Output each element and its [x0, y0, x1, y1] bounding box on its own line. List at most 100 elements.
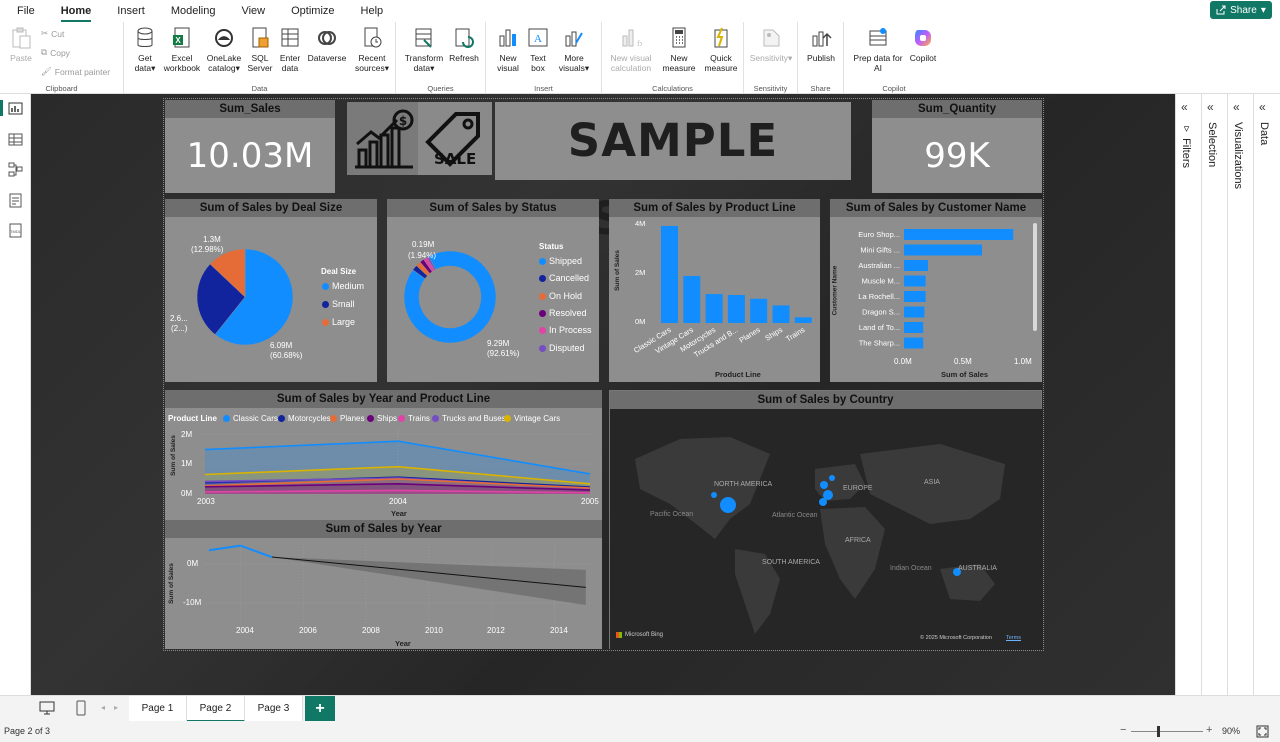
excel-workbook-button[interactable]: X Excel workbook [160, 26, 204, 73]
usa-bubble[interactable] [720, 497, 736, 513]
filters-pane[interactable]: « ▿ Filters [1175, 94, 1201, 695]
format-painter-button[interactable]: 🖌 Format painter [41, 66, 110, 77]
add-page-button[interactable]: + [305, 696, 335, 722]
next-page-icon[interactable]: ▸ [114, 703, 118, 712]
transform-data-button[interactable]: Transform data▾ [404, 26, 444, 73]
copy-button[interactable]: ⧉ Copy [41, 47, 70, 58]
new-measure-button[interactable]: New measure [660, 26, 698, 73]
prep-data-ai-button[interactable]: Prep data for AI [850, 26, 906, 73]
legend-in-process[interactable]: In Process [539, 325, 592, 335]
prev-page-icon[interactable]: ◂ [101, 703, 105, 712]
legend-ships[interactable]: Ships [367, 414, 397, 423]
bar-classic-cars[interactable] [661, 225, 678, 323]
zoom-slider-thumb[interactable] [1157, 726, 1160, 737]
legend-trains[interactable]: Trains [398, 414, 430, 423]
new-visual-calculation-button[interactable]: fx New visual calculation [606, 26, 656, 73]
legend-shipped[interactable]: Shipped [539, 256, 582, 266]
mobile-layout-icon[interactable] [76, 700, 86, 716]
more-visuals-button[interactable]: More visuals▾ [554, 26, 594, 73]
uk-bubble[interactable] [820, 481, 828, 489]
model-view-icon[interactable] [7, 161, 24, 178]
product-line-chart[interactable]: Sum of Sales by Product Line Classic Car… [609, 199, 820, 382]
tab-page-3[interactable]: Page 3 [245, 696, 303, 722]
get-data-button[interactable]: Get data▾ [128, 26, 162, 73]
table-view-icon[interactable] [7, 131, 24, 148]
bar-trucks-and-buses[interactable] [727, 295, 745, 323]
share-button[interactable]: Share ▾ [1210, 1, 1272, 19]
bar-customer[interactable] [904, 229, 1014, 240]
legend-large[interactable]: Large [322, 317, 355, 327]
sql-server-button[interactable]: SQL Server [246, 26, 274, 73]
legend-resolved[interactable]: Resolved [539, 308, 587, 318]
selection-pane[interactable]: « Selection [1201, 94, 1227, 695]
canada-bubble[interactable] [711, 492, 717, 498]
country-map[interactable]: Sum of Sales by Country NORTH AMERICA EU… [609, 390, 1043, 650]
spain-bubble[interactable] [819, 498, 827, 506]
onelake-catalog-button[interactable]: OneLake catalog▾ [204, 26, 244, 73]
legend-cancelled[interactable]: Cancelled [539, 273, 589, 283]
zoom-out-button[interactable]: − [1120, 724, 1126, 736]
menu-insert[interactable]: Insert [117, 0, 145, 22]
scandinavia-bubble[interactable] [829, 475, 835, 481]
desktop-layout-icon[interactable] [39, 701, 55, 715]
recent-sources-button[interactable]: Recent sources▾ [352, 26, 392, 73]
bar-customer[interactable] [904, 337, 924, 349]
bar-customer[interactable] [904, 291, 926, 302]
menu-modeling[interactable]: Modeling [171, 0, 216, 22]
tmdl-view-icon[interactable]: TMDL [7, 222, 24, 239]
tab-page-1[interactable]: Page 1 [129, 696, 187, 722]
kpi-card-quantity[interactable]: Sum_Quantity 99K [872, 100, 1042, 193]
bar-customer[interactable] [904, 260, 928, 271]
legend-disputed[interactable]: Disputed [539, 343, 585, 353]
year-forecast-chart[interactable]: Sum of Sales by Year 0M -10M 2004 2006 2… [165, 520, 602, 649]
menu-home[interactable]: Home [60, 0, 92, 22]
zoom-in-button[interactable]: + [1206, 724, 1212, 736]
deal-size-chart[interactable]: Sum of Sales by Deal Size 1.3M (12.98%) … [165, 199, 377, 382]
map-terms-link[interactable]: Terms [1006, 635, 1021, 641]
customer-chart[interactable]: Sum of Sales by Customer Name Euro Shop.… [830, 199, 1042, 382]
copilot-button[interactable]: Copilot [906, 26, 940, 63]
cut-button[interactable]: ✂ Cut [41, 28, 64, 39]
data-pane[interactable]: « Data [1253, 94, 1280, 695]
bar-customer[interactable] [904, 306, 925, 318]
bar-customer[interactable] [904, 275, 926, 287]
collapse-chevron-icon[interactable]: « [1181, 100, 1188, 114]
menu-file[interactable]: File [17, 0, 35, 22]
quick-measure-button[interactable]: Quick measure [702, 26, 740, 73]
menu-view[interactable]: View [241, 0, 265, 22]
legend-on-hold[interactable]: On Hold [539, 291, 582, 301]
kpi-card-sales[interactable]: Sum_Sales 10.03M [165, 100, 335, 193]
refresh-button[interactable]: Refresh [448, 26, 480, 63]
visualizations-pane[interactable]: « Visualizations [1227, 94, 1253, 695]
fit-to-page-icon[interactable] [1256, 725, 1269, 738]
collapse-chevron-icon[interactable]: « [1233, 100, 1240, 114]
bar-customer[interactable] [904, 322, 924, 333]
dax-query-view-icon[interactable] [7, 192, 24, 209]
legend-planes[interactable]: Planes [330, 414, 364, 423]
legend-vintage-cars[interactable]: Vintage Cars [504, 414, 560, 423]
bar-ships[interactable] [772, 305, 790, 323]
bar-motorcycles[interactable] [705, 294, 723, 323]
bar-customer[interactable] [904, 244, 982, 256]
legend-medium[interactable]: Medium [322, 281, 364, 291]
report-view-icon[interactable] [7, 100, 24, 117]
new-visual-button[interactable]: New visual [494, 26, 522, 73]
text-box-button[interactable]: A Text box [526, 26, 550, 73]
menu-help[interactable]: Help [361, 0, 384, 22]
customer-scrollbar[interactable] [1033, 223, 1037, 331]
legend-small[interactable]: Small [322, 299, 355, 309]
bar-trains[interactable] [794, 317, 812, 323]
menu-optimize[interactable]: Optimize [291, 0, 334, 22]
bar-planes[interactable] [750, 298, 768, 323]
collapse-chevron-icon[interactable]: « [1207, 100, 1214, 114]
publish-button[interactable]: Publish [802, 26, 840, 63]
sensitivity-button[interactable]: Sensitivity▾ [748, 26, 794, 63]
tab-page-2[interactable]: Page 2 [187, 696, 245, 722]
legend-trucks-and-buses[interactable]: Trucks and Buses [432, 414, 506, 423]
dataverse-button[interactable]: Dataverse [305, 26, 349, 63]
paste-button[interactable]: Paste [8, 26, 34, 63]
legend-motorcycles[interactable]: Motorcycles [278, 414, 331, 423]
enter-data-button[interactable]: Enter data [276, 26, 304, 73]
year-product-chart[interactable]: Sum of Sales by Year and Product Line Pr… [165, 390, 602, 520]
status-chart[interactable]: Sum of Sales by Status 0.19M (1.94%) 9.2… [387, 199, 599, 382]
